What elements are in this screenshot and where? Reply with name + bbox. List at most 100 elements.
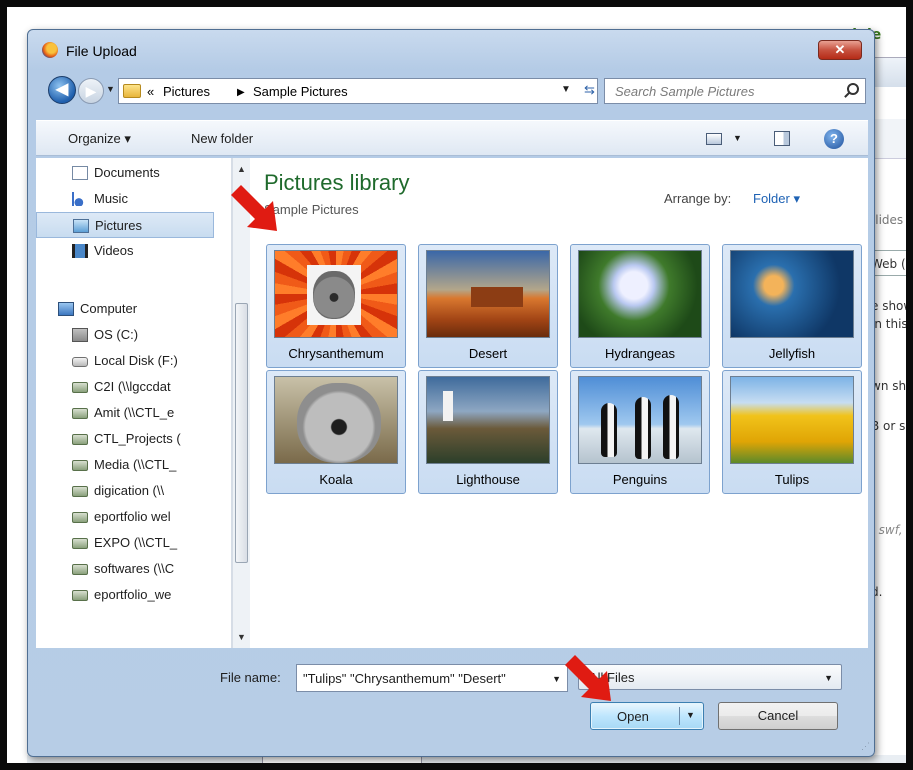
nav-item-label: digication (\\ [94,483,165,498]
arrange-by-label: Arrange by: [664,191,732,206]
file-tile-lighthouse[interactable]: Lighthouse [418,370,558,494]
folder-icon [123,84,141,98]
nav-item-label: Pictures [95,218,142,233]
nav-item-local-disk[interactable]: Local Disk (F:) [36,348,214,374]
nav-item-documents[interactable]: Documents [36,160,214,186]
videos-icon [72,244,88,258]
nav-item-os-drive[interactable]: OS (C:) [36,322,214,348]
drive-icon [72,357,88,367]
file-name: Hydrangeas [604,346,676,361]
nav-item-network-drive[interactable]: eportfolio wel [36,504,214,530]
nav-item-videos[interactable]: Videos [36,238,214,264]
music-icon [72,192,88,206]
nav-item-label: EXPO (\\CTL_ [94,535,178,550]
nav-item-network-drive[interactable]: CTL_Projects ( [36,426,214,452]
refresh-icon[interactable]: ⇆ [584,82,596,98]
pictures-icon [73,219,89,233]
network-drive-icon [72,382,88,393]
scroll-down-icon[interactable]: ▼ [237,632,246,642]
history-dropdown-icon[interactable]: ▼ [106,84,115,94]
network-drive-icon [72,460,88,471]
file-tile-tulips[interactable]: Tulips [722,370,862,494]
help-icon[interactable]: ? [824,129,844,149]
file-tile-jellyfish[interactable]: Jellyfish [722,244,862,368]
nav-item-label: CTL_Projects ( [94,431,181,446]
file-tile-chrysanthemum[interactable]: Chrysanthemum [266,244,406,368]
nav-item-network-drive[interactable]: EXPO (\\CTL_ [36,530,214,556]
open-button-label: Open [617,709,649,724]
nav-item-label: softwares (\\C [94,561,175,576]
change-view-icon[interactable] [706,133,722,145]
image-thumbnail [426,376,550,464]
breadcrumb-sample-pictures[interactable]: Sample Pictures [253,84,348,99]
nav-item-label: Documents [94,165,160,180]
back-button[interactable]: ◀ [48,76,76,104]
breadcrumb-separator-icon[interactable]: ▶ [237,87,245,98]
file-tile-hydrangeas[interactable]: Hydrangeas [570,244,710,368]
background-text: e show [871,299,913,313]
file-tile-koala[interactable]: Koala [266,370,406,494]
file-name: Desert [468,346,508,361]
new-folder-button[interactable]: New folder [191,131,253,146]
search-placeholder[interactable]: Search Sample Pictures [615,84,754,99]
firefox-icon [42,42,58,58]
file-tile-desert[interactable]: Desert [418,244,558,368]
file-type-dropdown-icon[interactable]: ▼ [824,673,833,683]
scrollbar-thumb[interactable] [235,303,248,563]
breadcrumb-overflow[interactable]: « [147,84,154,99]
nav-item-network-drive[interactable]: eportfolio_we [36,582,214,608]
address-dropdown-icon[interactable]: ▼ [561,84,571,95]
file-name: Lighthouse [456,472,520,487]
resize-grip-icon[interactable]: ⋰ [861,741,870,752]
nav-item-label: Videos [94,243,134,258]
nav-item-label: OS (C:) [94,327,139,342]
network-drive-icon [72,434,88,445]
nav-item-label: Music [94,191,128,206]
image-thumbnail [578,250,702,338]
nav-item-network-drive[interactable]: softwares (\\C [36,556,214,582]
view-dropdown-icon[interactable]: ▼ [733,133,742,143]
command-toolbar: Organize ▾ New folder ▼ ? [36,120,868,156]
file-name-input[interactable]: "Tulips" "Chrysanthemum" "Desert" ▼ [296,664,568,692]
image-thumbnail [730,376,854,464]
navigation-pane: Documents Music Pictures Videos Computer… [36,158,232,648]
nav-item-network-drive[interactable]: Amit (\\CTL_e [36,400,214,426]
nav-item-network-drive[interactable]: Media (\\CTL_ [36,452,214,478]
file-tile-penguins[interactable]: Penguins [570,370,710,494]
nav-item-pictures[interactable]: Pictures [36,212,214,238]
computer-icon [58,302,74,316]
nav-item-label: eportfolio wel [94,509,171,524]
file-name: Koala [319,472,353,487]
open-dropdown-icon[interactable]: ▼ [686,710,695,720]
open-button-divider [679,707,680,725]
nav-item-label: Local Disk (F:) [94,353,178,368]
file-name-label: File name: [220,670,281,685]
search-icon[interactable] [847,83,859,95]
search-box[interactable]: Search Sample Pictures [604,78,866,104]
arrange-by-dropdown[interactable]: Folder ▾ [753,191,800,207]
forward-button[interactable]: ▶ [78,78,104,104]
organize-button[interactable]: Organize ▾ [68,131,131,147]
scroll-up-icon[interactable]: ▲ [237,164,246,174]
red-arrow-annotation-icon [231,185,277,231]
background-text: Web (r [871,257,911,271]
preview-pane-icon[interactable] [774,131,790,146]
file-name-value[interactable]: "Tulips" "Chrysanthemum" "Desert" [303,671,543,686]
nav-item-music[interactable]: Music [36,186,214,212]
close-button[interactable]: ✕ [818,40,862,60]
dialog-titlebar[interactable]: File Upload ✕ [28,30,874,60]
dialog-title: File Upload [66,43,137,59]
nav-item-network-drive[interactable]: C2I (\\lgccdat [36,374,214,400]
file-name: Penguins [612,472,668,487]
nav-item-computer[interactable]: Computer [36,296,214,322]
breadcrumb-pictures[interactable]: Pictures [163,84,210,99]
address-bar[interactable]: « Pictures ▶ Sample Pictures ▼ ⇆ [118,78,598,104]
cancel-button[interactable]: Cancel [718,702,838,730]
file-upload-dialog: File Upload ✕ ◀ ▶ ▼ « Pictures ▶ Sample … [27,29,875,757]
file-name: Jellyfish [768,346,816,361]
background-text: B or s [871,419,906,433]
background-text: , swf, [871,523,903,537]
screenshot-frame: dule slides Web (r e show in this wn shi… [0,0,913,770]
nav-item-network-drive[interactable]: digication (\\ [36,478,214,504]
documents-icon [72,166,88,180]
